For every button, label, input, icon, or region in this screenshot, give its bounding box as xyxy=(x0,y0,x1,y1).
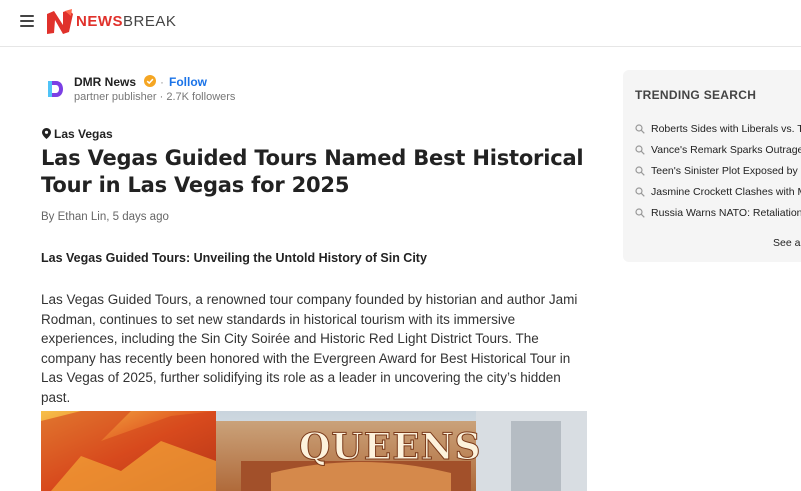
newsbreak-logo-icon[interactable] xyxy=(45,8,75,36)
verified-badge-icon xyxy=(144,75,156,87)
trending-search-panel: TRENDING SEARCH Roberts Sides with Liber… xyxy=(623,70,801,262)
search-icon xyxy=(635,123,645,134)
location-label: Las Vegas xyxy=(54,127,113,141)
article-byline: By Ethan Lin, 5 days ago xyxy=(41,211,169,223)
trending-item-label: Jasmine Crockett Clashes with M xyxy=(651,185,801,198)
trending-search-list: Roberts Sides with Liberals vs. Tr Vance… xyxy=(635,118,801,223)
top-navigation-bar: NEWSBREAK xyxy=(0,0,801,47)
separator-dot: · xyxy=(160,75,164,89)
search-icon xyxy=(635,207,645,218)
article-body: Las Vegas Guided Tours, a renowned tour … xyxy=(41,292,578,405)
brand-wordmark[interactable]: NEWSBREAK xyxy=(76,13,176,30)
search-icon xyxy=(635,144,645,155)
trending-item-label: Teen's Sinister Plot Exposed by F xyxy=(651,164,801,177)
trending-item-label: Russia Warns NATO: Retaliation xyxy=(651,206,801,219)
trending-item[interactable]: Roberts Sides with Liberals vs. Tr xyxy=(635,118,801,139)
article-hero-image: QUEENS xyxy=(41,411,587,491)
trending-item[interactable]: Teen's Sinister Plot Exposed by F xyxy=(635,160,801,181)
trending-item[interactable]: Jasmine Crockett Clashes with M xyxy=(635,181,801,202)
location-pin-icon xyxy=(42,128,51,139)
hero-sign-text: QUEENS xyxy=(299,426,482,468)
search-icon xyxy=(635,186,645,197)
see-all-link[interactable]: See al xyxy=(773,237,801,249)
hamburger-menu-icon[interactable] xyxy=(20,15,34,27)
trending-item-label: Roberts Sides with Liberals vs. Tr xyxy=(651,122,801,135)
trending-item[interactable]: Russia Warns NATO: Retaliation xyxy=(635,202,801,223)
brand-wordmark-bold: NEWS xyxy=(76,13,123,30)
follow-button[interactable]: Follow xyxy=(169,75,207,89)
publisher-name[interactable]: DMR News xyxy=(74,75,136,89)
search-icon xyxy=(635,165,645,176)
trending-search-title: TRENDING SEARCH xyxy=(635,88,757,102)
article-title: Las Vegas Guided Tours Named Best Histor… xyxy=(41,146,584,197)
publisher-avatar[interactable] xyxy=(42,76,68,102)
brand-wordmark-light: BREAK xyxy=(123,13,177,30)
article-subheading: Las Vegas Guided Tours: Unveiling the Un… xyxy=(41,251,427,265)
trending-item[interactable]: Vance's Remark Sparks Outrage xyxy=(635,139,801,160)
trending-item-label: Vance's Remark Sparks Outrage xyxy=(651,143,801,156)
publisher-meta: partner publisher · 2.7K followers xyxy=(74,91,236,103)
article-location[interactable]: Las Vegas xyxy=(42,127,113,141)
queens-casino-photo: QUEENS xyxy=(41,411,587,491)
